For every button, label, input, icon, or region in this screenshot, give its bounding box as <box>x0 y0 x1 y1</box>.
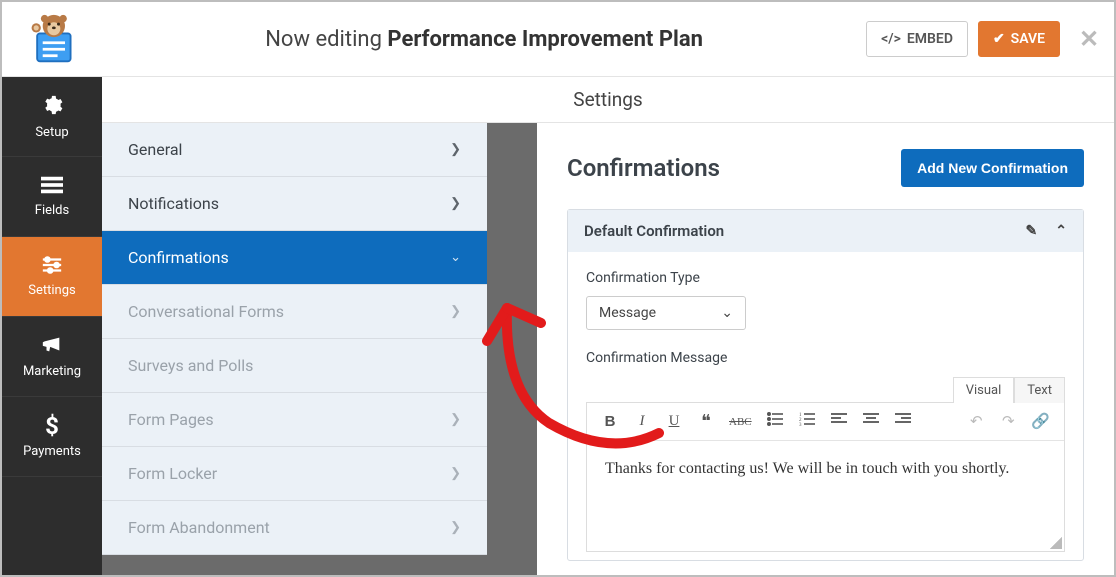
link-icon[interactable]: 🔗 <box>1031 412 1050 431</box>
type-label: Confirmation Type <box>586 270 1065 286</box>
submenu-label: Form Locker <box>128 464 217 483</box>
align-center-icon[interactable] <box>862 413 880 430</box>
chevron-right-icon: ❯ <box>450 520 461 535</box>
submenu-form-locker[interactable]: Form Locker ❯ <box>102 447 487 501</box>
nav-label: Settings <box>28 283 75 298</box>
strikethrough-icon[interactable]: ABC <box>729 416 752 428</box>
chevron-right-icon: ❯ <box>450 412 461 427</box>
submenu-confirmations[interactable]: Confirmations ⌄ <box>102 231 487 285</box>
resize-grip[interactable] <box>1050 537 1062 549</box>
nav-payments[interactable]: $ Payments <box>2 397 102 477</box>
submenu-notifications[interactable]: Notifications ❯ <box>102 177 487 231</box>
bold-icon[interactable]: B <box>601 413 619 430</box>
submenu-label: Form Abandonment <box>128 518 270 537</box>
redo-icon[interactable]: ↷ <box>999 412 1017 431</box>
undo-icon[interactable]: ↶ <box>967 412 985 431</box>
align-left-icon[interactable] <box>830 413 848 430</box>
message-editor: B I U ❝ ABC <box>586 402 1065 552</box>
nav-setup[interactable]: Setup <box>2 77 102 157</box>
bullhorn-icon <box>41 335 63 358</box>
italic-icon[interactable]: I <box>633 413 651 430</box>
editor-toolbar: B I U ❝ ABC <box>587 403 1064 441</box>
check-icon: ✔ <box>993 31 1005 47</box>
code-icon: </> <box>881 31 901 47</box>
list-icon <box>41 176 63 197</box>
confirmation-card: Default Confirmation ✎ ⌃ Confirmation Ty… <box>567 209 1084 561</box>
submenu-label: Conversational Forms <box>128 302 284 321</box>
submenu-surveys-polls[interactable]: Surveys and Polls <box>102 339 487 393</box>
chevron-down-icon: ⌄ <box>450 250 461 265</box>
collapse-icon[interactable]: ⌃ <box>1055 223 1067 239</box>
save-button[interactable]: ✔ SAVE <box>978 21 1060 57</box>
message-textarea[interactable]: Thanks for contacting us! We will be in … <box>587 441 1064 551</box>
submenu-form-abandonment[interactable]: Form Abandonment ❯ <box>102 501 487 555</box>
nav-label: Marketing <box>23 364 81 379</box>
submenu-label: General <box>128 140 182 159</box>
confirmations-panel: Confirmations Add New Confirmation Defau… <box>537 123 1114 575</box>
chevron-right-icon: ❯ <box>450 142 461 157</box>
page-title: Now editing Performance Improvement Plan <box>102 27 866 52</box>
panel-title: Confirmations <box>567 154 720 182</box>
submenu-label: Surveys and Polls <box>128 356 253 375</box>
embed-button[interactable]: </> EMBED <box>866 21 968 57</box>
bulleted-list-icon[interactable] <box>766 412 784 431</box>
nav-label: Setup <box>35 125 68 140</box>
chevron-right-icon: ❯ <box>450 466 461 481</box>
embed-label: EMBED <box>907 31 953 47</box>
submenu-conversational-forms[interactable]: Conversational Forms ❯ <box>102 285 487 339</box>
add-new-confirmation-button[interactable]: Add New Confirmation <box>901 149 1084 187</box>
gear-icon <box>41 94 63 119</box>
save-label: SAVE <box>1011 31 1045 47</box>
chevron-right-icon: ❯ <box>450 196 461 211</box>
editing-prefix: Now editing <box>265 27 387 52</box>
nav-label: Payments <box>23 444 81 459</box>
submenu-form-pages[interactable]: Form Pages ❯ <box>102 393 487 447</box>
svg-text:3: 3 <box>799 423 802 426</box>
numbered-list-icon[interactable]: 123 <box>798 412 816 431</box>
left-nav: Setup Fields Settings Marketing <box>2 77 102 575</box>
underline-icon[interactable]: U <box>665 413 683 430</box>
card-title: Default Confirmation <box>584 222 724 240</box>
nav-marketing[interactable]: Marketing <box>2 317 102 397</box>
editor-tab-visual[interactable]: Visual <box>953 377 1015 403</box>
sliders-icon <box>41 256 63 277</box>
editor-tab-text[interactable]: Text <box>1014 377 1065 403</box>
quote-icon[interactable]: ❝ <box>697 411 715 432</box>
nav-label: Fields <box>35 203 69 218</box>
submenu-label: Notifications <box>128 194 219 213</box>
select-value: Message <box>599 305 656 321</box>
nav-fields[interactable]: Fields <box>2 157 102 237</box>
close-button[interactable]: ✕ <box>1070 25 1100 53</box>
confirmation-type-select[interactable]: Message ⌄ <box>586 296 746 330</box>
submenu-label: Confirmations <box>128 248 229 267</box>
form-name: Performance Improvement Plan <box>387 27 703 52</box>
edit-icon[interactable]: ✎ <box>1026 223 1038 239</box>
settings-submenu: General ❯ Notifications ❯ Confirmations … <box>102 123 487 575</box>
nav-settings[interactable]: Settings <box>2 237 102 317</box>
align-right-icon[interactable] <box>894 413 912 430</box>
message-label: Confirmation Message <box>586 350 1065 366</box>
chevron-down-icon: ⌄ <box>721 305 733 321</box>
settings-header: Settings <box>102 77 1114 123</box>
submenu-label: Form Pages <box>128 410 214 429</box>
submenu-general[interactable]: General ❯ <box>102 123 487 177</box>
dollar-icon: $ <box>45 414 59 438</box>
message-content: Thanks for contacting us! We will be in … <box>605 460 1009 477</box>
chevron-right-icon: ❯ <box>450 304 461 319</box>
wpforms-logo <box>2 2 102 76</box>
